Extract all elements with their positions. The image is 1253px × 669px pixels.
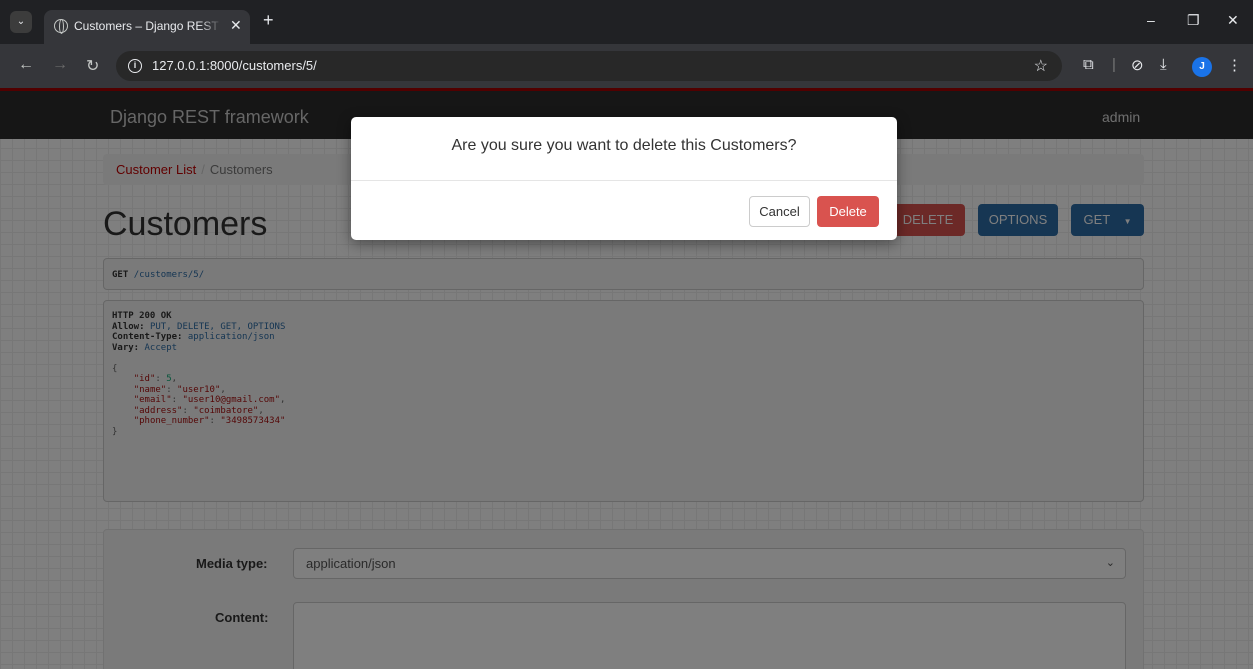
forward-icon[interactable]: → <box>52 56 68 74</box>
tab-title: Customers – Django REST framework <box>74 19 222 33</box>
delete-confirm-modal: Are you sure you want to delete this Cus… <box>351 117 897 240</box>
address-bar[interactable]: i 127.0.0.1:8000/customers/5/ ☆ <box>116 51 1062 81</box>
url-text[interactable]: 127.0.0.1:8000/customers/5/ <box>152 58 317 73</box>
back-icon[interactable]: ← <box>18 56 34 74</box>
close-window-icon[interactable]: ✕ <box>1227 12 1239 29</box>
profile-avatar[interactable]: J <box>1192 57 1212 77</box>
tab-search-icon[interactable]: ⌄ <box>10 11 32 33</box>
toolbar-divider: | <box>1112 56 1116 73</box>
browser-tab-bar: ⌄ Customers – Django REST framework ✕ + … <box>0 0 1253 44</box>
restore-icon[interactable]: ❐ <box>1187 12 1200 29</box>
menu-kebab-icon[interactable]: ⋮ <box>1227 56 1242 74</box>
bookmark-star-icon[interactable]: ☆ <box>1034 56 1048 76</box>
performance-icon[interactable]: ⊘ <box>1131 56 1144 74</box>
globe-icon <box>54 19 68 34</box>
cancel-button[interactable]: Cancel <box>749 196 810 227</box>
reload-icon[interactable]: ↻ <box>86 56 99 76</box>
new-tab-icon[interactable]: + <box>263 10 274 31</box>
minimize-icon[interactable]: – <box>1147 12 1155 28</box>
modal-divider <box>351 180 897 181</box>
confirm-delete-button[interactable]: Delete <box>817 196 879 227</box>
browser-toolbar: ← → ↻ i 127.0.0.1:8000/customers/5/ ☆ ⧉ … <box>0 44 1253 88</box>
browser-tab[interactable]: Customers – Django REST framework ✕ <box>44 10 250 44</box>
extensions-icon[interactable]: ⧉ <box>1083 56 1094 73</box>
tab-close-icon[interactable]: ✕ <box>230 17 242 34</box>
site-info-icon[interactable]: i <box>128 59 142 73</box>
modal-title: Are you sure you want to delete this Cus… <box>451 137 797 154</box>
download-icon[interactable]: ⤓ <box>1160 56 1167 73</box>
